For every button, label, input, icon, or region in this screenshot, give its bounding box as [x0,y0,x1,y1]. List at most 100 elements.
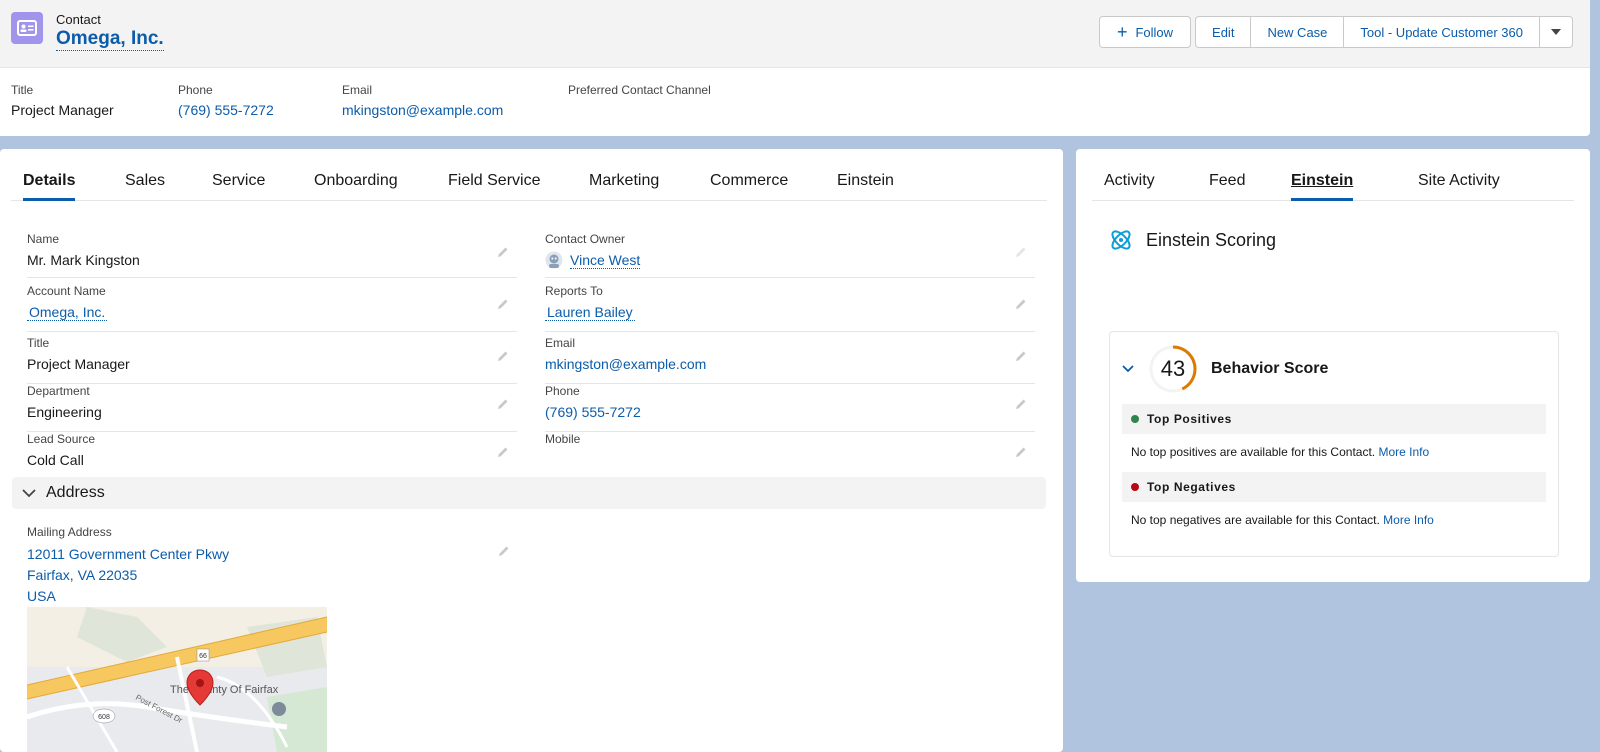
record-highlights: Contact Omega, Inc. + Follow Edit New Ca… [0,0,1590,136]
highlights-top: Contact Omega, Inc. + Follow Edit New Ca… [0,0,1590,68]
top-positives-title: Top Positives [1147,412,1232,426]
pencil-edit-icon[interactable] [1015,398,1027,410]
email-link[interactable]: mkingston@example.com [545,356,706,372]
header-actions: + Follow Edit New Case Tool - Update Cus… [1098,16,1573,48]
behavior-score-card: 43 Behavior Score Top Positives No top p… [1109,331,1559,557]
tab-details[interactable]: Details [23,172,76,201]
contact-card-icon [11,12,43,44]
field-name: Name Mr. Mark Kingston [27,232,517,278]
score-ring: 43 [1148,344,1198,394]
details-panel: Details Sales Service Onboarding Field S… [0,149,1063,752]
top-negatives-header: Top Negatives [1122,472,1546,502]
field-label: Reports To [545,284,603,298]
top-positives-message: No top positives are available for this … [1131,445,1429,459]
tab-commerce[interactable]: Commerce [710,172,788,201]
einstein-atom-icon [1111,230,1131,250]
tab-onboarding[interactable]: Onboarding [314,172,398,201]
tab-field-service[interactable]: Field Service [448,172,540,201]
address-map[interactable]: 66 608 The County Of Fairfax Post Forest… [27,607,327,752]
score-value: 43 [1160,356,1186,381]
field-title: Title Project Manager [27,336,517,384]
pencil-edit-icon[interactable] [1015,350,1027,362]
record-type-label: Contact [56,12,101,27]
field-label: Name [27,232,60,246]
edit-button[interactable]: Edit [1195,16,1251,48]
field-label: Contact Owner [545,232,626,246]
chevron-down-icon[interactable] [1122,365,1134,373]
score-header: 43 Behavior Score [1122,344,1328,394]
field-mobile: Mobile [545,432,1035,480]
highlight-field-preferred-channel: Preferred Contact Channel [568,82,768,119]
highlight-fields: Title Project Manager Phone (769) 555-72… [11,82,768,119]
negative-dot-icon [1131,483,1139,491]
new-case-button[interactable]: New Case [1250,16,1344,48]
tool-update-customer-button[interactable]: Tool - Update Customer 360 [1343,16,1539,48]
field-reports-to: Reports To Lauren Bailey [545,284,1035,332]
field-label: Email [342,83,373,97]
pencil-edit-icon[interactable] [497,350,509,362]
tab-einstein[interactable]: Einstein [837,172,894,201]
tab-site-activity[interactable]: Site Activity [1418,172,1500,201]
field-value: Engineering [27,404,102,420]
field-label: Title [11,83,34,97]
field-value: Mr. Mark Kingston [27,252,140,268]
field-account-name: Account Name Omega, Inc. [27,284,517,332]
field-phone: Phone (769) 555-7272 [545,384,1035,432]
field-label: Department [27,384,90,398]
more-info-link[interactable]: More Info [1383,513,1434,527]
pencil-edit-icon[interactable] [497,298,509,310]
score-title: Behavior Score [1211,360,1329,377]
field-value: Cold Call [27,452,84,468]
route-66-label: 66 [199,653,207,660]
activity-panel: Activity Feed Einstein Site Activity Ein… [1076,149,1590,582]
account-link[interactable]: Omega, Inc. [27,304,108,321]
top-negatives-message: No top negatives are available for this … [1131,513,1434,527]
pencil-edit-icon[interactable] [497,398,509,410]
pencil-edit-icon[interactable] [1015,446,1027,458]
pencil-edit-icon[interactable] [498,545,510,557]
field-label: Phone [545,384,580,398]
positives-text: No top positives are available for this … [1131,445,1376,459]
negatives-text: No top negatives are available for this … [1131,513,1380,527]
record-tabs: Details Sales Service Onboarding Field S… [11,149,1047,201]
einstein-scoring-title: Einstein Scoring [1146,229,1277,250]
pencil-edit-icon[interactable] [1015,298,1027,310]
phone-link[interactable]: (769) 555-7272 [545,404,641,420]
field-value: Project Manager [27,356,130,372]
field-contact-owner: Contact Owner Vince West [545,232,1035,278]
chevron-down-icon [22,488,36,497]
field-label: Preferred Contact Channel [568,83,711,97]
pencil-edit-icon[interactable] [497,246,509,258]
action-button-group: Edit New Case Tool - Update Customer 360 [1195,16,1573,48]
route-608-label: 608 [98,714,110,721]
highlight-field-title: Title Project Manager [11,82,178,119]
field-label: Lead Source [27,432,96,446]
tab-service[interactable]: Service [212,172,265,201]
pencil-edit-icon[interactable] [497,446,509,458]
tab-sales[interactable]: Sales [125,172,165,201]
tab-marketing[interactable]: Marketing [589,172,659,201]
record-name[interactable]: Omega, Inc. [56,28,164,51]
more-actions-button[interactable] [1539,16,1573,48]
address-section-header[interactable]: Address [12,477,1046,509]
address-line[interactable]: Fairfax, VA 22035 [27,565,229,586]
email-link[interactable]: mkingston@example.com [342,101,568,119]
follow-button[interactable]: + Follow [1098,16,1192,48]
address-line[interactable]: 12011 Government Center Pkwy [27,544,229,565]
address-line[interactable]: USA [27,586,229,607]
highlight-field-phone: Phone (769) 555-7272 [178,82,342,119]
change-owner-icon[interactable] [1015,246,1027,258]
tab-activity[interactable]: Activity [1104,172,1155,201]
more-info-link[interactable]: More Info [1378,445,1429,459]
phone-link[interactable]: (769) 555-7272 [178,101,342,119]
chevron-down-icon [1551,29,1561,35]
positive-dot-icon [1131,415,1139,423]
tab-feed[interactable]: Feed [1209,172,1245,201]
owner-link[interactable]: Vince West [570,252,641,269]
reports-to-link[interactable]: Lauren Bailey [545,304,635,321]
field-value: Project Manager [11,102,114,118]
owner-value: Vince West [545,251,641,269]
tab-einstein-active[interactable]: Einstein [1291,172,1354,201]
section-title: Address [46,484,105,501]
field-label: Account Name [27,284,106,298]
